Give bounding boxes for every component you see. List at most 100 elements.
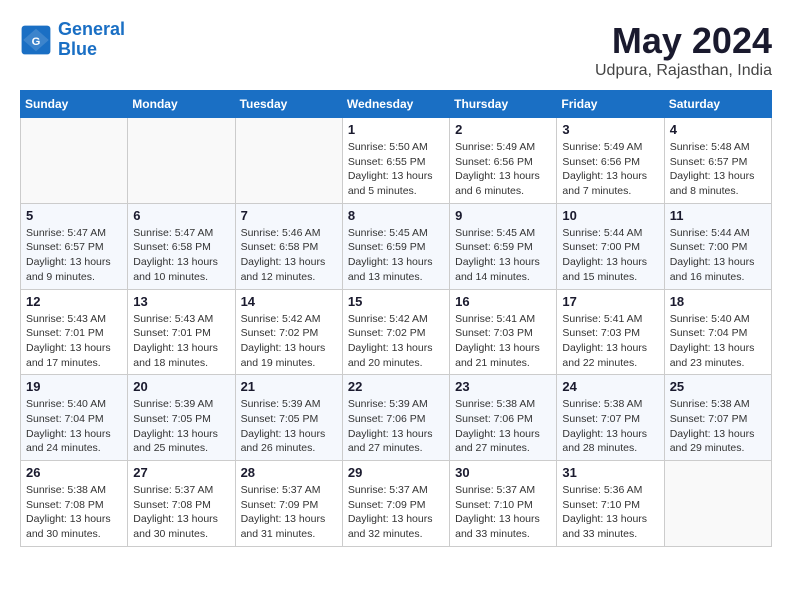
calendar-cell: 21 Sunrise: 5:39 AMSunset: 7:05 PMDayligh… xyxy=(235,375,342,461)
day-number: 9 xyxy=(455,208,551,223)
day-number: 19 xyxy=(26,379,122,394)
calendar-cell: 25Sunrise: 5:38 AMSunset: 7:07 PMDayligh… xyxy=(664,375,771,461)
svg-text:G: G xyxy=(32,36,41,48)
day-number: 21 xyxy=(241,379,337,394)
day-number: 8 xyxy=(348,208,444,223)
calendar-cell: 13 Sunrise: 5:43 AMSunset: 7:01 PMDayligh… xyxy=(128,289,235,375)
day-number: 5 xyxy=(26,208,122,223)
calendar-cell: 16 Sunrise: 5:41 AMSunset: 7:03 PMDayligh… xyxy=(450,289,557,375)
day-number: 18 xyxy=(670,294,766,309)
calendar-cell: 27 Sunrise: 5:37 AMSunset: 7:08 PMDayligh… xyxy=(128,461,235,547)
calendar-cell: 22Sunrise: 5:39 AMSunset: 7:06 PMDayligh… xyxy=(342,375,449,461)
day-info: Sunrise: 5:38 AMSunset: 7:06 PMDaylight:… xyxy=(455,397,551,456)
calendar-cell: 1 Sunrise: 5:50 AMSunset: 6:55 PMDaylight… xyxy=(342,118,449,204)
calendar-cell: 19 Sunrise: 5:40 AMSunset: 7:04 PMDayligh… xyxy=(21,375,128,461)
calendar-cell: 6 Sunrise: 5:47 AMSunset: 6:58 PMDaylight… xyxy=(128,203,235,289)
day-info: Sunrise: 5:39 AMSunset: 7:06 PMDaylight:… xyxy=(348,397,444,456)
calendar-cell: 7Sunrise: 5:46 AMSunset: 6:58 PMDaylight… xyxy=(235,203,342,289)
calendar-cell: 9Sunrise: 5:45 AMSunset: 6:59 PMDaylight… xyxy=(450,203,557,289)
day-number: 26 xyxy=(26,465,122,480)
day-info: Sunrise: 5:38 AMSunset: 7:08 PMDaylight:… xyxy=(26,483,122,542)
location: Udpura, Rajasthan, India xyxy=(595,62,772,80)
day-info: Sunrise: 5:45 AMSunset: 6:59 PMDaylight:… xyxy=(348,226,444,285)
day-number: 14 xyxy=(241,294,337,309)
title-block: May 2024 Udpura, Rajasthan, India xyxy=(595,20,772,80)
day-info: Sunrise: 5:37 AMSunset: 7:09 PMDaylight:… xyxy=(348,483,444,542)
calendar-cell: 4 Sunrise: 5:48 AMSunset: 6:57 PMDaylight… xyxy=(664,118,771,204)
calendar-cell: 20Sunrise: 5:39 AMSunset: 7:05 PMDayligh… xyxy=(128,375,235,461)
calendar-cell xyxy=(235,118,342,204)
day-info: Sunrise: 5:42 AMSunset: 7:02 PMDaylight:… xyxy=(241,312,337,371)
day-number: 1 xyxy=(348,122,444,137)
day-number: 28 xyxy=(241,465,337,480)
calendar-cell: 17Sunrise: 5:41 AMSunset: 7:03 PMDayligh… xyxy=(557,289,664,375)
logo-text: General Blue xyxy=(58,20,125,60)
day-number: 15 xyxy=(348,294,444,309)
day-number: 17 xyxy=(562,294,658,309)
calendar-week-row: 1 Sunrise: 5:50 AMSunset: 6:55 PMDaylight… xyxy=(21,118,772,204)
day-number: 27 xyxy=(133,465,229,480)
day-info: Sunrise: 5:43 AMSunset: 7:01 PMDaylight:… xyxy=(133,312,229,371)
month-title: May 2024 xyxy=(595,20,772,62)
calendar-cell: 2Sunrise: 5:49 AMSunset: 6:56 PMDaylight… xyxy=(450,118,557,204)
calendar-week-row: 5Sunrise: 5:47 AMSunset: 6:57 PMDaylight… xyxy=(21,203,772,289)
calendar-week-row: 12 Sunrise: 5:43 AMSunset: 7:01 PMDayligh… xyxy=(21,289,772,375)
calendar-cell xyxy=(21,118,128,204)
column-header-monday: Monday xyxy=(128,91,235,118)
calendar-cell: 24 Sunrise: 5:38 AMSunset: 7:07 PMDayligh… xyxy=(557,375,664,461)
day-info: Sunrise: 5:37 AMSunset: 7:09 PMDaylight:… xyxy=(241,483,337,542)
day-info: Sunrise: 5:39 AMSunset: 7:05 PMDaylight:… xyxy=(241,397,337,456)
calendar: SundayMondayTuesdayWednesdayThursdayFrid… xyxy=(20,90,772,547)
day-info: Sunrise: 5:37 AMSunset: 7:08 PMDaylight:… xyxy=(133,483,229,542)
day-info: Sunrise: 5:48 AMSunset: 6:57 PMDaylight:… xyxy=(670,140,766,199)
day-info: Sunrise: 5:40 AMSunset: 7:04 PMDaylight:… xyxy=(26,397,122,456)
logo-line1: General xyxy=(58,19,125,39)
calendar-cell: 10Sunrise: 5:44 AMSunset: 7:00 PMDayligh… xyxy=(557,203,664,289)
calendar-cell xyxy=(664,461,771,547)
logo: G General Blue xyxy=(20,20,125,60)
day-number: 13 xyxy=(133,294,229,309)
calendar-cell: 31Sunrise: 5:36 AMSunset: 7:10 PMDayligh… xyxy=(557,461,664,547)
day-info: Sunrise: 5:44 AMSunset: 7:00 PMDaylight:… xyxy=(670,226,766,285)
day-info: Sunrise: 5:37 AMSunset: 7:10 PMDaylight:… xyxy=(455,483,551,542)
day-number: 10 xyxy=(562,208,658,223)
calendar-week-row: 19 Sunrise: 5:40 AMSunset: 7:04 PMDayligh… xyxy=(21,375,772,461)
calendar-cell xyxy=(128,118,235,204)
day-info: Sunrise: 5:46 AMSunset: 6:58 PMDaylight:… xyxy=(241,226,337,285)
calendar-cell: 12 Sunrise: 5:43 AMSunset: 7:01 PMDayligh… xyxy=(21,289,128,375)
day-info: Sunrise: 5:41 AMSunset: 7:03 PMDaylight:… xyxy=(455,312,551,371)
calendar-cell: 3 Sunrise: 5:49 AMSunset: 6:56 PMDaylight… xyxy=(557,118,664,204)
day-number: 24 xyxy=(562,379,658,394)
page-header: G General Blue May 2024 Udpura, Rajastha… xyxy=(20,20,772,80)
day-info: Sunrise: 5:47 AMSunset: 6:58 PMDaylight:… xyxy=(133,226,229,285)
calendar-cell: 18Sunrise: 5:40 AMSunset: 7:04 PMDayligh… xyxy=(664,289,771,375)
calendar-cell: 15Sunrise: 5:42 AMSunset: 7:02 PMDayligh… xyxy=(342,289,449,375)
calendar-cell: 14 Sunrise: 5:42 AMSunset: 7:02 PMDayligh… xyxy=(235,289,342,375)
day-info: Sunrise: 5:43 AMSunset: 7:01 PMDaylight:… xyxy=(26,312,122,371)
column-header-tuesday: Tuesday xyxy=(235,91,342,118)
calendar-cell: 28 Sunrise: 5:37 AMSunset: 7:09 PMDayligh… xyxy=(235,461,342,547)
day-number: 31 xyxy=(562,465,658,480)
calendar-cell: 5Sunrise: 5:47 AMSunset: 6:57 PMDaylight… xyxy=(21,203,128,289)
column-header-friday: Friday xyxy=(557,91,664,118)
day-number: 3 xyxy=(562,122,658,137)
day-number: 12 xyxy=(26,294,122,309)
logo-line2: Blue xyxy=(58,39,97,59)
day-info: Sunrise: 5:38 AMSunset: 7:07 PMDaylight:… xyxy=(670,397,766,456)
day-number: 2 xyxy=(455,122,551,137)
calendar-cell: 8 Sunrise: 5:45 AMSunset: 6:59 PMDaylight… xyxy=(342,203,449,289)
day-number: 11 xyxy=(670,208,766,223)
column-header-thursday: Thursday xyxy=(450,91,557,118)
day-number: 4 xyxy=(670,122,766,137)
day-info: Sunrise: 5:39 AMSunset: 7:05 PMDaylight:… xyxy=(133,397,229,456)
day-number: 23 xyxy=(455,379,551,394)
column-header-wednesday: Wednesday xyxy=(342,91,449,118)
day-info: Sunrise: 5:38 AMSunset: 7:07 PMDaylight:… xyxy=(562,397,658,456)
calendar-cell: 11 Sunrise: 5:44 AMSunset: 7:00 PMDayligh… xyxy=(664,203,771,289)
day-info: Sunrise: 5:49 AMSunset: 6:56 PMDaylight:… xyxy=(562,140,658,199)
day-info: Sunrise: 5:50 AMSunset: 6:55 PMDaylight:… xyxy=(348,140,444,199)
column-header-saturday: Saturday xyxy=(664,91,771,118)
calendar-cell: 30Sunrise: 5:37 AMSunset: 7:10 PMDayligh… xyxy=(450,461,557,547)
day-number: 16 xyxy=(455,294,551,309)
day-number: 6 xyxy=(133,208,229,223)
